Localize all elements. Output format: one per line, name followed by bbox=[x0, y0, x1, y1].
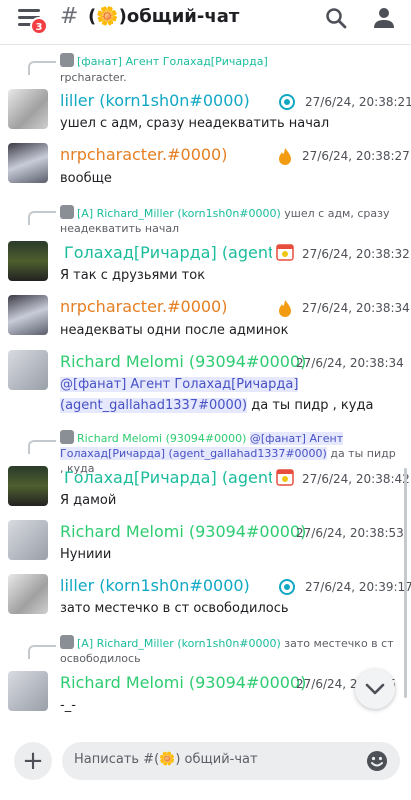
avatar[interactable] bbox=[8, 241, 48, 281]
reply-avatar bbox=[60, 53, 74, 67]
reply-preview[interactable]: [фанат] Агент Голахад[Ричарда] bbox=[60, 53, 400, 69]
avatar[interactable] bbox=[8, 466, 48, 506]
message-list[interactable]: [фанат] Агент Голахад[Ричарда] rpcharact… bbox=[0, 45, 411, 725]
message-text: Я так с друзьями ток bbox=[60, 268, 206, 283]
role-badge-icon bbox=[279, 579, 295, 595]
reply-author: [А] Richard_Miller (korn1sh0n#0000) bbox=[77, 637, 281, 650]
timestamp: 27/6/24, 20:38:21 bbox=[305, 95, 411, 109]
reply-avatar bbox=[60, 205, 74, 219]
reply-author: [А] Richard_Miller (korn1sh0n#0000) bbox=[77, 207, 281, 220]
calendar-badge-icon bbox=[276, 244, 294, 261]
timestamp: 27/6/24, 20:38:27 bbox=[302, 149, 410, 163]
top-bar: 3 # (🌼)общий-чат bbox=[0, 0, 411, 40]
reply-connector bbox=[28, 440, 56, 454]
notification-badge: 3 bbox=[30, 17, 48, 35]
fire-badge-icon bbox=[279, 300, 291, 317]
reply-connector bbox=[28, 645, 56, 659]
message-body: да ты пидр , куда bbox=[251, 398, 374, 413]
message-text: вообще bbox=[60, 171, 112, 186]
author-name[interactable]: liller (korn1sh0n#0000) bbox=[60, 91, 250, 110]
message-text: Нуниии bbox=[60, 547, 112, 562]
timestamp: 27/6/24, 20:38:32 bbox=[302, 247, 410, 261]
timestamp: 27/6/24, 20:38:53 bbox=[296, 526, 404, 540]
reply-preview[interactable]: [А] Richard_Miller (korn1sh0n#0000) ушел… bbox=[60, 205, 400, 236]
calendar-badge-icon bbox=[276, 469, 294, 486]
reply-preview[interactable]: [А] Richard_Miller (korn1sh0n#0000) зато… bbox=[60, 635, 400, 666]
timestamp: 27/6/24, 20:39:17 bbox=[305, 580, 411, 594]
author-name[interactable]: Голахад[Ричарда] (agent_ga bbox=[64, 243, 272, 262]
channel-hash-icon: # bbox=[60, 4, 79, 29]
message-text: @[фанат] Агент Голахад[Ричарда] (agent_g… bbox=[60, 374, 400, 416]
author-name[interactable]: Richard Melomi (93094#0000) bbox=[60, 673, 306, 692]
timestamp: 27/6/24, 20:38:34 bbox=[296, 356, 404, 370]
avatar[interactable] bbox=[8, 143, 48, 183]
scrollbar[interactable] bbox=[404, 468, 407, 698]
emoji-icon[interactable] bbox=[366, 750, 388, 772]
channel-title[interactable]: (🌼)общий-чат bbox=[88, 6, 239, 27]
message-text: -_- bbox=[60, 698, 76, 713]
reply-avatar bbox=[60, 430, 74, 444]
author-name[interactable]: nrpcharacter.#0000) bbox=[60, 297, 227, 316]
members-icon[interactable] bbox=[372, 6, 396, 30]
reply-connector bbox=[28, 61, 56, 75]
message-text: Я дамой bbox=[60, 493, 117, 508]
avatar[interactable] bbox=[8, 295, 48, 335]
message-input-placeholder: Написать #(🌼) общий-чат bbox=[74, 752, 258, 767]
author-name[interactable]: nrpcharacter.#0000) bbox=[60, 145, 227, 164]
timestamp: 27/6/24, 20:38:42 bbox=[302, 472, 410, 486]
reply-author: Richard Melomi (93094#0000) bbox=[77, 432, 247, 445]
reply-author: [фанат] Агент Голахад[Ричарда] bbox=[77, 55, 268, 68]
jump-to-bottom-button[interactable] bbox=[355, 669, 395, 709]
avatar[interactable] bbox=[8, 520, 48, 560]
reply-avatar bbox=[60, 635, 74, 649]
search-icon[interactable] bbox=[324, 6, 348, 30]
timestamp: 27/6/24, 20:38:34 bbox=[302, 301, 410, 315]
fire-badge-icon bbox=[279, 148, 291, 165]
author-name[interactable]: Голахад[Ричарда] (agent_ga bbox=[64, 468, 272, 487]
message-text: неадекваты одни после админок bbox=[60, 323, 289, 338]
avatar[interactable] bbox=[8, 350, 48, 390]
author-name[interactable]: liller (korn1sh0n#0000) bbox=[60, 576, 250, 595]
message-input[interactable]: Написать #(🌼) общий-чат bbox=[62, 742, 400, 780]
add-attachment-button[interactable]: + bbox=[14, 742, 52, 780]
avatar[interactable] bbox=[8, 574, 48, 614]
reply-connector bbox=[28, 211, 56, 225]
avatar[interactable] bbox=[8, 671, 48, 711]
author-name[interactable]: Richard Melomi (93094#0000) bbox=[60, 352, 306, 371]
message-text: ушел с адм, сразу неадекватить начал bbox=[60, 116, 330, 131]
message-composer: + Написать #(🌼) общий-чат bbox=[0, 728, 411, 800]
chevron-down-icon bbox=[365, 683, 385, 695]
author-name[interactable]: Richard Melomi (93094#0000) bbox=[60, 522, 306, 541]
avatar[interactable] bbox=[8, 89, 48, 129]
message-text: зато местечко в ст освободилось bbox=[60, 601, 289, 616]
reply-text: rpcharacter. bbox=[60, 71, 127, 84]
role-badge-icon bbox=[279, 94, 295, 110]
